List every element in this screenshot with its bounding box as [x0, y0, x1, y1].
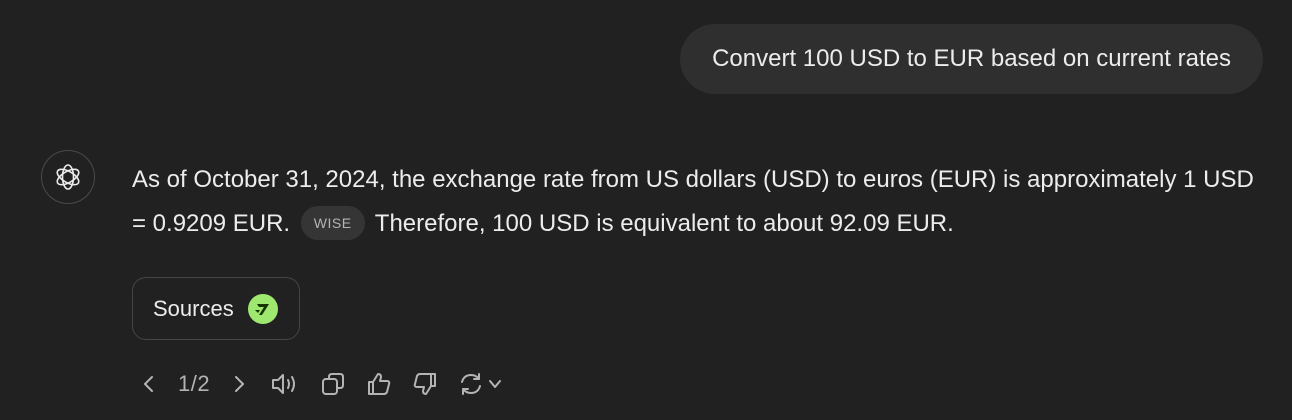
user-message-bubble: Convert 100 USD to EUR based on current …	[680, 24, 1263, 94]
sources-button[interactable]: Sources	[132, 277, 300, 340]
sources-label: Sources	[153, 295, 234, 321]
user-message-text: Convert 100 USD to EUR based on current …	[712, 45, 1231, 72]
citation-chip-wise[interactable]: WISE	[300, 205, 365, 240]
message-action-bar: 1/2	[134, 364, 504, 404]
thumbs-down-icon[interactable]	[410, 369, 440, 399]
wise-logo-icon	[247, 293, 278, 324]
assistant-text-part2: Therefore, 100 USD is equivalent to abou…	[374, 210, 954, 237]
chevron-right-icon[interactable]	[224, 369, 254, 399]
chevron-down-icon[interactable]	[486, 369, 504, 399]
assistant-avatar	[41, 150, 95, 204]
regenerate-icon[interactable]	[456, 369, 486, 399]
openai-logo-icon	[56, 164, 80, 190]
chat-page: Convert 100 USD to EUR based on current …	[0, 0, 1292, 420]
assistant-message: As of October 31, 2024, the exchange rat…	[132, 158, 1272, 246]
thumbs-up-icon[interactable]	[364, 369, 394, 399]
read-aloud-icon[interactable]	[270, 369, 300, 399]
copy-icon[interactable]	[318, 369, 348, 399]
chevron-left-icon[interactable]	[134, 369, 164, 399]
response-pager: 1/2	[178, 371, 211, 396]
